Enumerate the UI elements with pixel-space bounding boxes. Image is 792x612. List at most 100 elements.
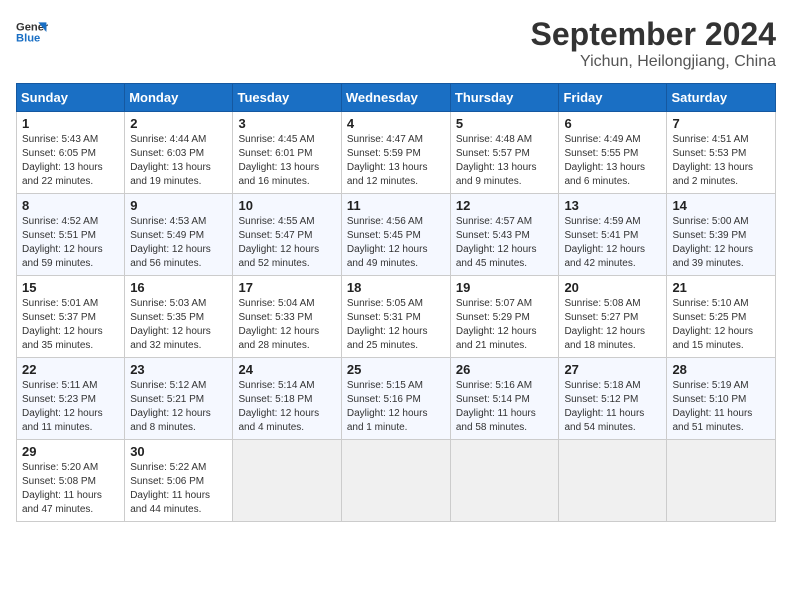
day-info-13: Sunrise: 4:59 AMSunset: 5:41 PMDaylight:… [564, 215, 661, 271]
calendar-cell-9: 9Sunrise: 4:53 AMSunset: 5:49 PMDaylight… [125, 194, 233, 276]
calendar-cell-11: 11Sunrise: 4:56 AMSunset: 5:45 PMDayligh… [341, 194, 450, 276]
day-number-10: 10 [238, 198, 335, 213]
day-number-30: 30 [130, 444, 227, 459]
calendar-cell-10: 10 Sunrise: 4:55 AMSunset: 5:47 PMDayligh… [233, 194, 341, 276]
day-number-15: 15 [22, 280, 119, 295]
header-sunday: Sunday [17, 84, 125, 112]
day-number-2: 2 [130, 116, 227, 131]
calendar-cell-30: 30 Sunrise: 5:22 AMSunset: 5:06 PMDayligh… [125, 440, 233, 522]
day-number-8: 8 [22, 198, 119, 213]
header-tuesday: Tuesday [233, 84, 341, 112]
page-header: General Blue September 2024 Yichun, Heil… [16, 16, 776, 71]
calendar-cell-26: 26 Sunrise: 5:16 AMSunset: 5:14 PMDayligh… [450, 358, 559, 440]
header-wednesday: Wednesday [341, 84, 450, 112]
day-info-19: Sunrise: 5:07 AMSunset: 5:29 PMDaylight:… [456, 297, 554, 353]
day-number-3: 3 [238, 116, 335, 131]
calendar-cell-3: 3Sunrise: 4:45 AMSunset: 6:01 PMDaylight… [233, 112, 341, 194]
day-info-14: Sunrise: 5:00 AMSunset: 5:39 PMDaylight:… [672, 215, 770, 271]
day-info-9: Sunrise: 4:53 AMSunset: 5:49 PMDaylight:… [130, 215, 227, 271]
calendar-cell-empty [667, 440, 776, 522]
day-info-7: Sunrise: 4:51 AMSunset: 5:53 PMDaylight:… [672, 133, 770, 189]
day-info-8: Sunrise: 4:52 AMSunset: 5:51 PMDaylight:… [22, 215, 119, 271]
header-friday: Friday [559, 84, 667, 112]
calendar-cell-15: 15 Sunrise: 5:01 AMSunset: 5:37 PMDayligh… [17, 276, 125, 358]
calendar-cell-20: 20 Sunrise: 5:08 AMSunset: 5:27 PMDayligh… [559, 276, 667, 358]
calendar-cell-empty [559, 440, 667, 522]
day-info-20: Sunrise: 5:08 AMSunset: 5:27 PMDaylight:… [564, 297, 661, 353]
day-number-27: 27 [564, 362, 661, 377]
calendar-cell-23: 23 Sunrise: 5:12 AMSunset: 5:21 PMDayligh… [125, 358, 233, 440]
weekday-header-row: Sunday Monday Tuesday Wednesday Thursday… [17, 84, 776, 112]
week-row-2: 8 Sunrise: 4:52 AMSunset: 5:51 PMDaylight… [17, 194, 776, 276]
calendar-cell-empty [450, 440, 559, 522]
calendar-cell-16: 16 Sunrise: 5:03 AMSunset: 5:35 PMDayligh… [125, 276, 233, 358]
calendar-cell-29: 29 Sunrise: 5:20 AMSunset: 5:08 PMDayligh… [17, 440, 125, 522]
week-row-5: 29 Sunrise: 5:20 AMSunset: 5:08 PMDayligh… [17, 440, 776, 522]
day-info-2: Sunrise: 4:44 AMSunset: 6:03 PMDaylight:… [130, 133, 227, 189]
day-number-22: 22 [22, 362, 119, 377]
day-number-28: 28 [672, 362, 770, 377]
header-thursday: Thursday [450, 84, 559, 112]
day-number-5: 5 [456, 116, 554, 131]
calendar-cell-2: 2 Sunrise: 4:44 AMSunset: 6:03 PMDaylight… [125, 112, 233, 194]
calendar-cell-19: 19 Sunrise: 5:07 AMSunset: 5:29 PMDayligh… [450, 276, 559, 358]
calendar-cell-28: 28 Sunrise: 5:19 AMSunset: 5:10 PMDayligh… [667, 358, 776, 440]
calendar-cell-7: 7 Sunrise: 4:51 AMSunset: 5:53 PMDaylight… [667, 112, 776, 194]
day-number-21: 21 [672, 280, 770, 295]
calendar-cell-13: 13 Sunrise: 4:59 AMSunset: 5:41 PMDayligh… [559, 194, 667, 276]
calendar-cell-6: 6 Sunrise: 4:49 AMSunset: 5:55 PMDaylight… [559, 112, 667, 194]
day-number-6: 6 [564, 116, 661, 131]
calendar-cell-8: 8 Sunrise: 4:52 AMSunset: 5:51 PMDaylight… [17, 194, 125, 276]
logo: General Blue [16, 16, 48, 48]
day-info-28: Sunrise: 5:19 AMSunset: 5:10 PMDaylight:… [672, 379, 770, 435]
month-year: September 2024 [531, 16, 776, 53]
day-number-7: 7 [672, 116, 770, 131]
day-info-18: Sunrise: 5:05 AMSunset: 5:31 PMDaylight:… [347, 297, 445, 353]
calendar-cell-21: 21 Sunrise: 5:10 AMSunset: 5:25 PMDayligh… [667, 276, 776, 358]
day-number-14: 14 [672, 198, 770, 213]
day-info-10: Sunrise: 4:55 AMSunset: 5:47 PMDaylight:… [238, 215, 335, 271]
calendar-cell-4: 4Sunrise: 4:47 AMSunset: 5:59 PMDaylight… [341, 112, 450, 194]
day-number-19: 19 [456, 280, 554, 295]
header-saturday: Saturday [667, 84, 776, 112]
day-number-17: 17 [238, 280, 335, 295]
day-number-1: 1 [22, 116, 119, 131]
day-number-18: 18 [347, 280, 445, 295]
day-info-16: Sunrise: 5:03 AMSunset: 5:35 PMDaylight:… [130, 297, 227, 353]
day-info-29: Sunrise: 5:20 AMSunset: 5:08 PMDaylight:… [22, 461, 119, 517]
calendar-cell-12: 12Sunrise: 4:57 AMSunset: 5:43 PMDayligh… [450, 194, 559, 276]
calendar-cell-17: 17 Sunrise: 5:04 AMSunset: 5:33 PMDayligh… [233, 276, 341, 358]
day-number-23: 23 [130, 362, 227, 377]
calendar-cell-empty [341, 440, 450, 522]
day-info-26: Sunrise: 5:16 AMSunset: 5:14 PMDaylight:… [456, 379, 554, 435]
day-number-29: 29 [22, 444, 119, 459]
day-info-5: Sunrise: 4:48 AMSunset: 5:57 PMDaylight:… [456, 133, 554, 189]
week-row-3: 15 Sunrise: 5:01 AMSunset: 5:37 PMDayligh… [17, 276, 776, 358]
day-info-6: Sunrise: 4:49 AMSunset: 5:55 PMDaylight:… [564, 133, 661, 189]
day-info-17: Sunrise: 5:04 AMSunset: 5:33 PMDaylight:… [238, 297, 335, 353]
calendar-cell-18: 18 Sunrise: 5:05 AMSunset: 5:31 PMDayligh… [341, 276, 450, 358]
location: Yichun, Heilongjiang, China [531, 53, 776, 71]
day-number-20: 20 [564, 280, 661, 295]
week-row-4: 22Sunrise: 5:11 AMSunset: 5:23 PMDayligh… [17, 358, 776, 440]
calendar-cell-1: 1Sunrise: 5:43 AMSunset: 6:05 PMDaylight… [17, 112, 125, 194]
day-number-13: 13 [564, 198, 661, 213]
calendar-cell-24: 24Sunrise: 5:14 AMSunset: 5:18 PMDayligh… [233, 358, 341, 440]
day-info-30: Sunrise: 5:22 AMSunset: 5:06 PMDaylight:… [130, 461, 227, 517]
calendar-cell-27: 27 Sunrise: 5:18 AMSunset: 5:12 PMDayligh… [559, 358, 667, 440]
calendar-cell-25: 25Sunrise: 5:15 AMSunset: 5:16 PMDayligh… [341, 358, 450, 440]
day-info-12: Sunrise: 4:57 AMSunset: 5:43 PMDaylight:… [456, 215, 554, 271]
day-info-21: Sunrise: 5:10 AMSunset: 5:25 PMDaylight:… [672, 297, 770, 353]
calendar-cell-22: 22Sunrise: 5:11 AMSunset: 5:23 PMDayligh… [17, 358, 125, 440]
day-number-16: 16 [130, 280, 227, 295]
calendar-cell-empty [233, 440, 341, 522]
svg-text:Blue: Blue [16, 33, 40, 45]
day-number-4: 4 [347, 116, 445, 131]
week-row-1: 1Sunrise: 5:43 AMSunset: 6:05 PMDaylight… [17, 112, 776, 194]
day-number-24: 24 [238, 362, 335, 377]
day-info-23: Sunrise: 5:12 AMSunset: 5:21 PMDaylight:… [130, 379, 227, 435]
day-number-26: 26 [456, 362, 554, 377]
day-info-15: Sunrise: 5:01 AMSunset: 5:37 PMDaylight:… [22, 297, 119, 353]
day-info-27: Sunrise: 5:18 AMSunset: 5:12 PMDaylight:… [564, 379, 661, 435]
day-info-25: Sunrise: 5:15 AMSunset: 5:16 PMDaylight:… [347, 379, 445, 435]
